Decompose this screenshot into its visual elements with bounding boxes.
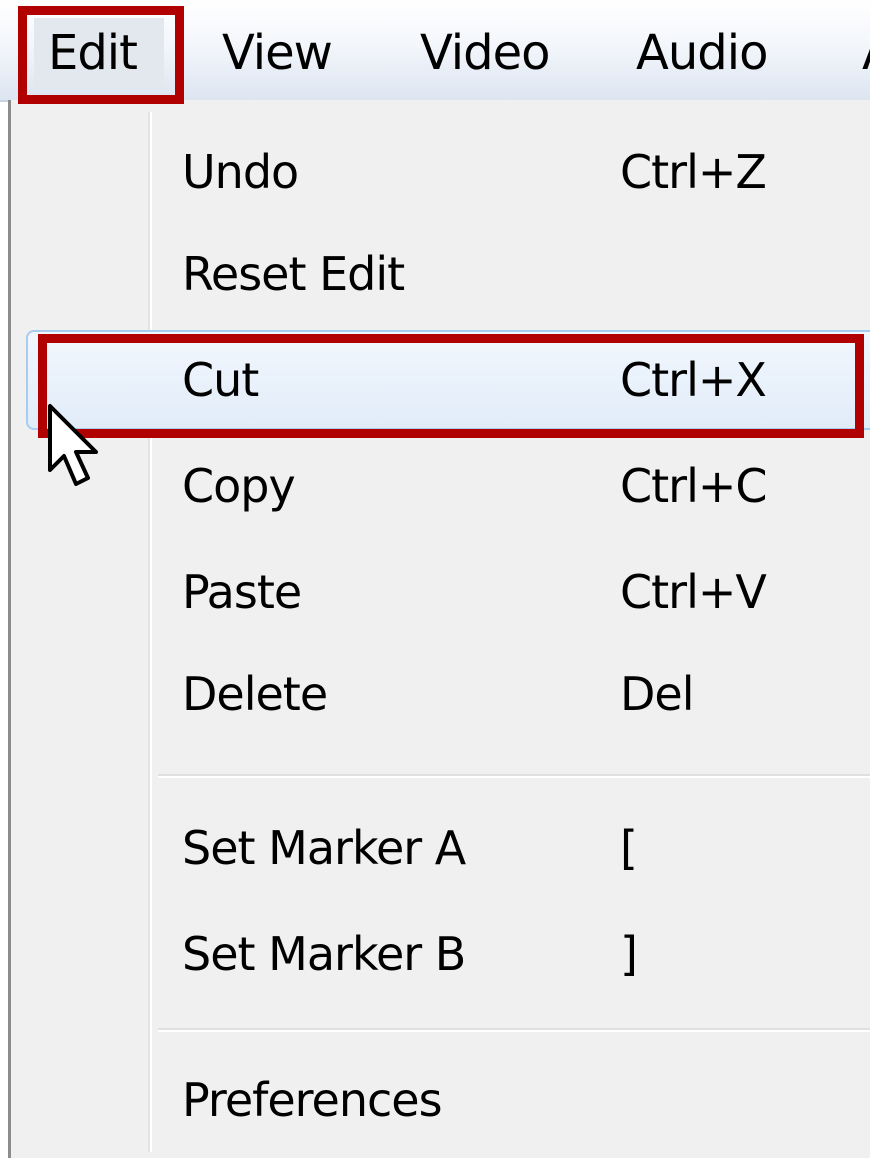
menu-item-label: Paste [182,565,302,619]
menu-item-shortcut: ] [620,927,638,981]
menu-separator [158,774,870,776]
annotation-box-edit [18,6,184,104]
menu-item-label: Delete [182,667,328,721]
menu-item-copy[interactable]: Copy Ctrl+C [0,446,870,526]
menu-item-shortcut: Del [620,667,695,721]
menu-next-truncated[interactable]: A [862,18,870,88]
menu-item-delete[interactable]: Delete Del [0,654,870,734]
menu-item-label: Copy [182,459,296,513]
menu-item-set-marker-a[interactable]: Set Marker A [ [0,808,870,888]
menu-item-shortcut: Ctrl+V [620,565,767,619]
menu-item-preferences[interactable]: Preferences [0,1060,870,1140]
mouse-pointer-icon [48,404,98,486]
menu-item-label: Reset Edit [182,247,405,301]
menu-item-shortcut: Ctrl+C [620,459,768,513]
menu-audio[interactable]: Audio [636,18,768,88]
menu-item-label: Set Marker A [182,821,466,875]
menu-separator [158,1028,870,1030]
menu-item-set-marker-b[interactable]: Set Marker B ] [0,914,870,994]
menu-item-shortcut: Ctrl+Z [620,145,767,199]
menu-view[interactable]: View [222,18,333,88]
menu-video[interactable]: Video [420,18,550,88]
menu-item-label: Undo [182,145,299,199]
menu-item-label: Set Marker B [182,927,466,981]
menu-item-shortcut: [ [620,821,638,875]
menu-item-reset-edit[interactable]: Reset Edit [0,234,870,314]
menu-item-undo[interactable]: Undo Ctrl+Z [0,132,870,212]
annotation-box-cut [38,334,864,438]
menu-item-paste[interactable]: Paste Ctrl+V [0,552,870,632]
menu-item-label: Preferences [182,1073,443,1127]
screenshot-root: Edit View Video Audio A Undo Ctrl+Z Rese… [0,0,870,1158]
